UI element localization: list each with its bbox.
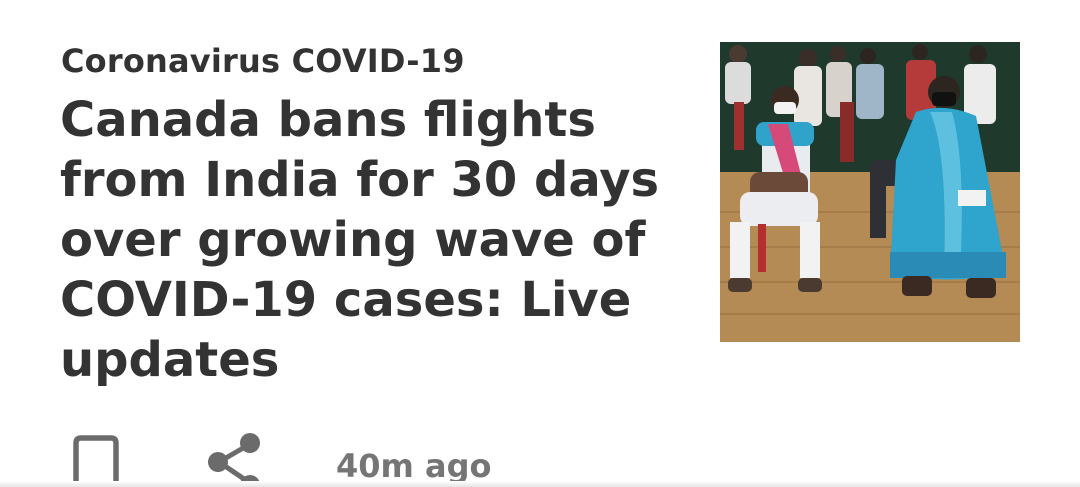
bookmark-button[interactable] — [70, 435, 122, 487]
article-timestamp: 40m ago — [336, 447, 492, 485]
article-card[interactable]: Coronavirus COVID-19 Canada bans flights… — [0, 0, 1080, 487]
share-button[interactable] — [205, 431, 265, 487]
card-bottom-divider — [0, 481, 1080, 487]
share-icon — [208, 433, 260, 487]
article-actions: 40m ago — [0, 425, 1080, 487]
thumbnail-photo — [720, 42, 1020, 342]
article-thumbnail[interactable] — [720, 42, 1020, 342]
article-headline[interactable]: Canada bans flights from India for 30 da… — [60, 90, 680, 390]
article-category[interactable]: Coronavirus COVID-19 — [61, 42, 465, 80]
bookmark-icon — [73, 435, 119, 487]
